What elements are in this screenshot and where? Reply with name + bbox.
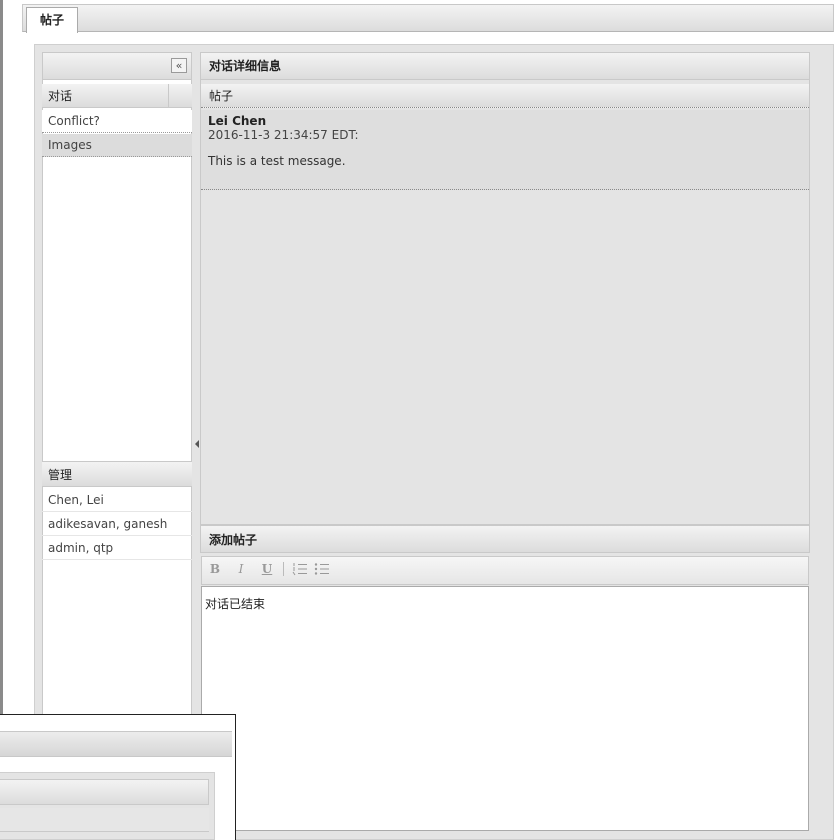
editor-toolbar: B I U <box>201 556 809 585</box>
overlapping-window-subheader <box>0 779 209 805</box>
bold-button[interactable]: B <box>206 557 224 581</box>
admin-header-label: 管理 <box>48 468 73 482</box>
admin-name: admin, qtp <box>48 541 114 555</box>
tab-strip <box>22 4 834 32</box>
numbered-list-icon[interactable] <box>292 562 308 576</box>
admin-name: adikesavan, ganesh <box>48 517 168 531</box>
double-chevron-left-icon: « <box>175 59 183 72</box>
underline-button[interactable]: U <box>258 557 276 581</box>
conversation-label: Conflict? <box>48 114 100 128</box>
frame-border-left <box>0 0 4 714</box>
bulleted-list-icon[interactable] <box>314 562 330 576</box>
overlapping-window-row <box>0 808 209 832</box>
italic-button[interactable]: I <box>232 557 250 581</box>
tab-posts-label: 帖子 <box>39 13 64 27</box>
conversations-header: 对话 <box>42 84 192 108</box>
tab-posts[interactable]: 帖子 <box>26 7 78 33</box>
details-header-label: 对话详细信息 <box>209 59 282 73</box>
header-divider <box>168 84 169 108</box>
conversations-header-label: 对话 <box>48 89 73 103</box>
admin-name: Chen, Lei <box>48 493 104 507</box>
toolbar-separator <box>283 562 284 576</box>
collapse-button[interactable]: « <box>171 58 187 73</box>
left-panel-header <box>42 52 192 80</box>
conversation-item-images[interactable]: Images <box>42 134 239 157</box>
conversation-item-conflict[interactable]: Conflict? <box>42 110 247 133</box>
details-header: 对话详细信息 <box>200 52 810 80</box>
add-post-header-label: 添加帖子 <box>209 533 258 547</box>
message-editor[interactable]: 对话已结束 <box>201 586 809 831</box>
editor-content: 对话已结束 <box>205 597 266 611</box>
overlapping-window-header <box>0 731 232 757</box>
conversation-label: Images <box>48 138 92 152</box>
admin-header: 管理 <box>42 461 192 487</box>
post-entry: Lei Chen 2016-11-3 21:34:57 EDT: This is… <box>201 110 809 190</box>
admin-list-item: Chen, Lei <box>42 488 192 512</box>
posts-subheader: 帖子 <box>201 84 809 108</box>
splitter-handle[interactable] <box>195 440 199 448</box>
post-author: Lei Chen <box>208 114 267 128</box>
admin-list-item: admin, qtp <box>42 536 192 560</box>
post-message: This is a test message. <box>208 154 346 168</box>
posts-subheader-label: 帖子 <box>209 89 234 103</box>
admin-list-item: adikesavan, ganesh <box>42 512 192 536</box>
post-timestamp: 2016-11-3 21:34:57 EDT: <box>208 128 359 142</box>
add-post-header: 添加帖子 <box>200 525 810 553</box>
